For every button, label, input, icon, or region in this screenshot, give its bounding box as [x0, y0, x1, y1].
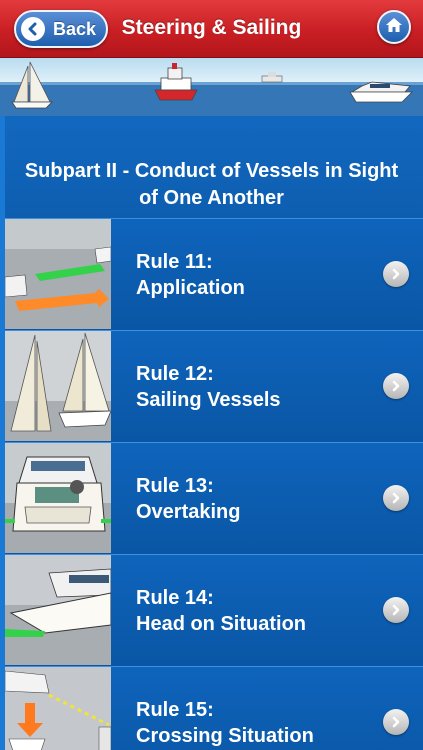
chevron-right-icon[interactable]: [383, 261, 409, 287]
chevron-right-icon[interactable]: [383, 485, 409, 511]
nav-bar: Back Steering & Sailing: [0, 0, 423, 58]
rule-label: Rule 11: Application: [136, 249, 376, 301]
chevron-right-icon[interactable]: [383, 373, 409, 399]
rule-name: Head on Situation: [136, 613, 306, 635]
list-item-rule-15[interactable]: Rule 15: Crossing Situation: [5, 666, 423, 750]
rule-label: Rule 12: Sailing Vessels: [136, 361, 376, 413]
rule-thumbnail: [5, 555, 111, 665]
rule-label: Rule 15: Crossing Situation: [136, 697, 376, 749]
header-illustration: [0, 58, 423, 116]
chevron-right-icon[interactable]: [383, 597, 409, 623]
rules-list-container: Subpart II - Conduct of Vessels in Sight…: [0, 116, 423, 750]
rule-number: Rule 14:: [136, 587, 214, 609]
rule-number: Rule 11:: [136, 251, 213, 273]
rule-thumbnail: [5, 331, 111, 441]
rule-thumbnail: [5, 219, 111, 329]
page-title: Steering & Sailing: [121, 16, 302, 39]
rule-thumbnail: [5, 443, 111, 553]
rule-name: Crossing Situation: [136, 725, 314, 747]
rule-name: Application: [136, 277, 245, 299]
list-item-rule-11[interactable]: Rule 11: Application: [5, 218, 423, 330]
list-item-rule-13[interactable]: Rule 13: Overtaking: [5, 442, 423, 554]
list-item-rule-14[interactable]: Rule 14: Head on Situation: [5, 554, 423, 666]
rule-number: Rule 15:: [136, 699, 214, 721]
subpart-title: Subpart II - Conduct of Vessels in Sight…: [24, 160, 399, 209]
back-label: Back: [53, 18, 97, 39]
rule-name: Overtaking: [136, 501, 241, 523]
home-icon: [385, 17, 403, 38]
chevron-right-icon[interactable]: [383, 709, 409, 735]
rule-thumbnail: [5, 667, 111, 750]
list-item-rule-12[interactable]: Rule 12: Sailing Vessels: [5, 330, 423, 442]
home-button[interactable]: [377, 10, 411, 44]
rule-name: Sailing Vessels: [136, 389, 281, 411]
rule-number: Rule 13:: [136, 475, 214, 497]
rule-label: Rule 13: Overtaking: [136, 473, 376, 525]
chevron-left-icon: [21, 17, 45, 41]
back-button[interactable]: Back: [14, 10, 108, 48]
rule-label: Rule 14: Head on Situation: [136, 585, 376, 637]
rule-number: Rule 12:: [136, 363, 214, 385]
